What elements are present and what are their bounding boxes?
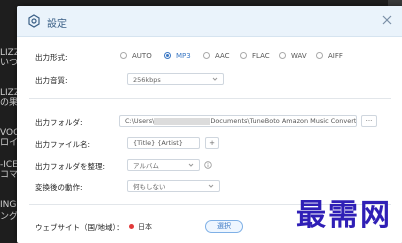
radio-dot xyxy=(279,51,286,59)
add-filename-tag-button[interactable]: + xyxy=(205,137,219,149)
after-convert-select[interactable]: 何もしない xyxy=(127,180,220,192)
radio-dot xyxy=(164,51,171,59)
chevron-down-icon xyxy=(208,184,214,188)
radio-dot xyxy=(120,51,127,59)
after-convert-value: 何もしない xyxy=(133,183,166,191)
output-quality-value: 256kbps xyxy=(133,76,161,84)
output-folder-path-suffix: Documents\TuneBoto Amazon Music Converte… xyxy=(210,117,357,125)
browse-folder-button[interactable]: ··· xyxy=(361,115,377,127)
output-folder-path-prefix: C:\Users\ xyxy=(125,117,155,125)
radio-label: AAC xyxy=(215,52,230,60)
dialog-title: 設定 xyxy=(47,19,67,30)
radio-label: AIFF xyxy=(328,52,343,60)
format-radio-aiff[interactable]: AIFF xyxy=(316,51,343,60)
radio-dot xyxy=(203,51,210,59)
format-radio-aac[interactable]: AAC xyxy=(203,51,230,60)
radio-label: AUTO xyxy=(132,52,152,60)
close-icon[interactable] xyxy=(381,14,393,26)
radio-label: WAV xyxy=(291,52,307,60)
output-quality-label: 出力音質: xyxy=(35,76,68,85)
select-region-button[interactable]: 選択 xyxy=(205,220,243,233)
watermark-logo: 最需网 xyxy=(296,198,392,233)
output-folder-label: 出力フォルダ: xyxy=(35,118,83,127)
gear-icon xyxy=(28,14,40,28)
website-region-value: 日本 xyxy=(138,223,152,231)
redacted-username xyxy=(154,117,211,125)
background-text: ロイ xyxy=(0,138,19,148)
output-filename-field[interactable]: {Title} {Artist} xyxy=(127,137,200,149)
output-quality-select[interactable]: 256kbps xyxy=(127,73,224,85)
format-radio-flac[interactable]: FLAC xyxy=(240,51,270,60)
output-format-label: 出力形式: xyxy=(35,53,68,62)
website-region-label: ウェブサイト（国/地域）： xyxy=(35,223,124,232)
radio-label: MP3 xyxy=(176,52,191,60)
organize-folder-label: 出力フォルダを整理: xyxy=(35,162,106,171)
chevron-down-icon xyxy=(188,163,194,167)
section-divider xyxy=(29,98,391,99)
output-filename-label: 出力ファイル名: xyxy=(35,140,91,149)
format-radio-mp3[interactable]: MP3 xyxy=(164,51,191,60)
after-convert-label: 変換後の動作: xyxy=(35,183,83,192)
chevron-down-icon xyxy=(212,77,218,81)
format-radio-wav[interactable]: WAV xyxy=(279,51,307,60)
radio-label: FLAC xyxy=(252,52,270,60)
radio-dot xyxy=(240,51,247,59)
info-icon[interactable] xyxy=(204,161,212,169)
dialog-titlebar: 設定 xyxy=(17,6,402,37)
background-text: ング xyxy=(0,212,19,222)
organize-folder-value: アルバム xyxy=(133,162,159,170)
organize-folder-select[interactable]: アルバム xyxy=(127,159,200,171)
output-folder-field[interactable]: C:\Users\ Documents\TuneBoto Amazon Music… xyxy=(119,115,357,127)
format-radio-auto[interactable]: AUTO xyxy=(120,51,152,60)
radio-dot xyxy=(316,51,323,59)
japan-flag-icon xyxy=(129,224,134,229)
